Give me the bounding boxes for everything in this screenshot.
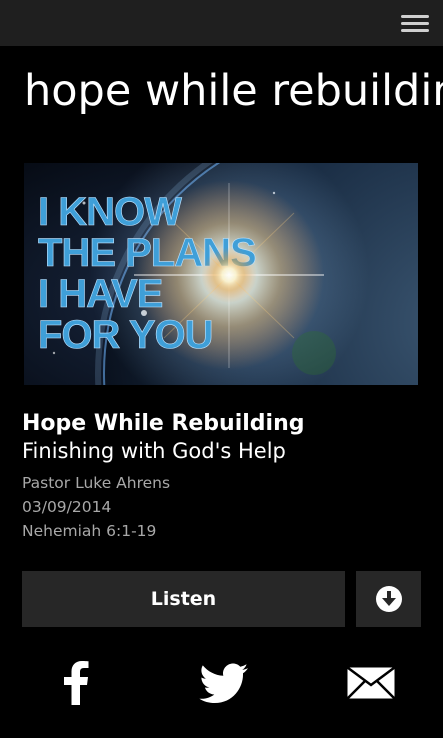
page-title: hope while rebuilding bbox=[24, 66, 443, 116]
sermon-scripture: Nehemiah 6:1-19 bbox=[22, 522, 157, 540]
sermon-subtitle: Finishing with God's Help bbox=[22, 439, 286, 463]
sermon-speaker: Pastor Luke Ahrens bbox=[22, 474, 171, 492]
download-circle-icon bbox=[375, 586, 402, 612]
twitter-share-button[interactable] bbox=[196, 655, 252, 711]
listen-button[interactable]: Listen bbox=[22, 571, 345, 627]
artwork-line-3: I HAVE bbox=[38, 272, 163, 316]
hamburger-menu-icon[interactable] bbox=[399, 10, 431, 36]
facebook-icon bbox=[64, 661, 89, 705]
sermon-title: Hope While Rebuilding bbox=[22, 411, 305, 436]
sermon-artwork: I KNOW THE PLANS I HAVE FOR YOU bbox=[24, 163, 418, 385]
email-share-button[interactable] bbox=[343, 655, 399, 711]
top-app-bar bbox=[0, 0, 443, 46]
email-icon bbox=[346, 666, 396, 700]
twitter-icon bbox=[199, 663, 248, 703]
facebook-share-button[interactable] bbox=[55, 655, 97, 711]
artwork-line-1: I KNOW bbox=[38, 190, 182, 234]
artwork-line-4: FOR YOU bbox=[38, 313, 213, 357]
sermon-info: Hope While Rebuilding Finishing with God… bbox=[22, 408, 422, 543]
sermon-date: 03/09/2014 bbox=[22, 498, 112, 516]
download-button[interactable] bbox=[356, 571, 421, 627]
